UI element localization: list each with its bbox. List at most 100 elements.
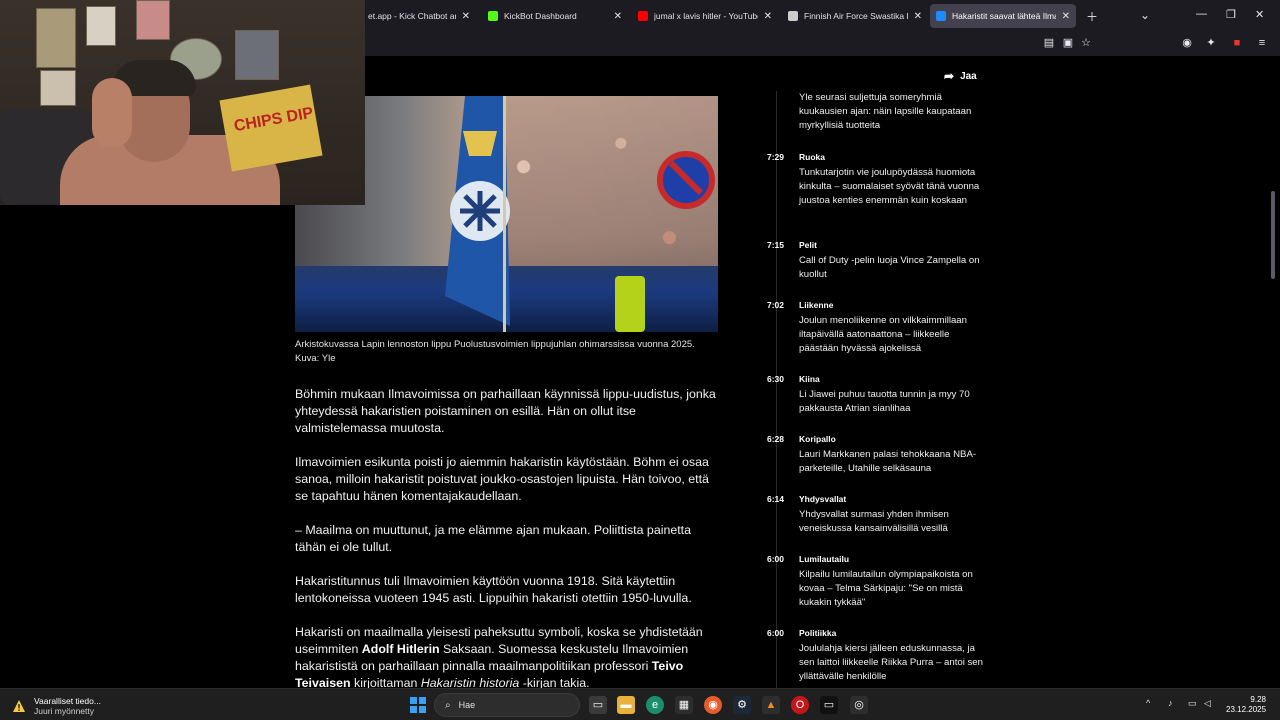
feed-item-time: 6:30 <box>767 374 785 384</box>
air-force-flag-image <box>445 96 510 326</box>
terminal-icon[interactable]: ▭ <box>820 696 838 714</box>
taskbar-clock[interactable]: 9.28 23.12.2025 <box>1226 695 1266 715</box>
clock-date: 23.12.2025 <box>1226 705 1267 714</box>
tab-title: et.app - Kick Chatbot and <box>368 11 456 21</box>
feed-item-title[interactable]: Call of Duty -pelin luoja Vince Zampella… <box>799 254 989 282</box>
task-view-icon[interactable]: ▭ <box>589 696 607 714</box>
yle-favicon-icon <box>936 11 946 21</box>
tab-yle-article[interactable]: Hakaristit saavat lähteä Ilmavoi ✕ <box>930 4 1076 28</box>
feed-item-title[interactable]: Yhdysvallat surmasi yhden ihmisen veneis… <box>799 508 989 536</box>
plus-icon[interactable]: ＋ <box>1086 8 1098 25</box>
hitler-link[interactable]: Adolf Hitlerin <box>362 642 440 656</box>
obs-icon[interactable]: ◎ <box>850 696 868 714</box>
minimize-icon[interactable]: — <box>1196 8 1207 20</box>
store-icon[interactable]: ▦ <box>675 696 693 714</box>
feed-item-title[interactable]: Kilpailu lumilautailun olympiapaikoista … <box>799 568 989 610</box>
wall-poster <box>40 70 76 106</box>
microphone-icon[interactable]: ♪ <box>1168 698 1173 708</box>
addon-icon[interactable]: ■ <box>1231 37 1243 49</box>
warning-icon <box>13 700 25 712</box>
reader-view-icon[interactable]: ▤ <box>1043 37 1055 49</box>
feed-item-title[interactable]: Yle seurasi suljettuja someryhmiä kuukau… <box>799 91 989 133</box>
feed-item-category: Ruoka <box>799 152 825 162</box>
paragraph-text: -kirjan takia. <box>519 676 590 688</box>
feed-item-title[interactable]: Lauri Markkanen palasi tehokkaana NBA-pa… <box>799 448 989 476</box>
windows-start-icon[interactable] <box>410 697 426 713</box>
feed-item-category: Kiina <box>799 374 820 384</box>
close-tab-icon[interactable]: ✕ <box>614 11 622 22</box>
extensions-icon[interactable]: ✦ <box>1205 37 1217 49</box>
menu-icon[interactable]: ≡ <box>1256 37 1268 49</box>
notification-status: Juuri myönnetty <box>34 706 94 716</box>
close-window-icon[interactable]: ✕ <box>1255 8 1264 21</box>
feed-item-title[interactable]: Tunkutarjotin vie joulupöydässä huomiota… <box>799 166 989 208</box>
feed-item-title[interactable]: Joulun menoliikenne on vilkkaimmillaan i… <box>799 314 989 356</box>
feed-item-category: Koripallo <box>799 434 836 444</box>
file-explorer-icon[interactable]: ▬ <box>617 696 635 714</box>
article-paragraph: – Maailma on muuttunut, ja me elämme aja… <box>295 523 692 554</box>
close-tab-icon[interactable]: ✕ <box>462 11 470 22</box>
display-icon[interactable]: ▭ <box>1188 698 1197 709</box>
feed-item-category: Pelit <box>799 240 817 250</box>
edge-icon[interactable]: e <box>646 696 664 714</box>
wall-poster <box>86 6 116 46</box>
feed-item-time: 6:14 <box>767 494 785 504</box>
feed-item-time: 6:28 <box>767 434 785 444</box>
opera-icon[interactable]: O <box>791 696 809 714</box>
article-paragraph: Ilmavoimien esikunta poisti jo aiemmin h… <box>295 455 709 503</box>
feed-item-title[interactable]: Li Jiawei puhuu tauotta tunnin ja myy 70… <box>799 388 989 416</box>
share-button[interactable]: ➦ Jaa <box>944 69 977 83</box>
notification-title: Vaaralliset tiedo... <box>34 696 101 706</box>
article-body: Böhmin mukaan Ilmavoimissa on parhaillaa… <box>295 386 720 688</box>
taskbar-notification[interactable]: Vaaralliset tiedo... Juuri myönnetty <box>12 696 101 716</box>
web-favicon-icon <box>788 11 798 21</box>
account-icon[interactable]: ◉ <box>1181 37 1193 49</box>
share-label: Jaa <box>960 70 977 82</box>
close-tab-icon[interactable]: ✕ <box>764 11 772 22</box>
chips-sign-text: CHIPS DIP <box>232 104 315 136</box>
feed-item-category: Liikenne <box>799 300 834 310</box>
kick-favicon-icon <box>488 11 498 21</box>
feed-item-time: 7:29 <box>767 152 785 162</box>
webcam-overlay: CHIPS DIP <box>0 0 365 205</box>
clock-time: 9.28 <box>1250 695 1266 704</box>
firefox-icon[interactable]: ◉ <box>704 696 722 714</box>
tab-youtube[interactable]: jumal x lavis hitler - YouTube ✕ <box>632 4 778 28</box>
taskbar-search-input[interactable]: ⌕ Hae <box>434 693 580 717</box>
feed-item-time: 6:00 <box>767 628 785 638</box>
feed-item-category: Yhdysvallat <box>799 494 847 504</box>
flag-pole <box>503 96 506 332</box>
feed-item-time: 7:15 <box>767 240 785 250</box>
photo-caption: Arkistokuvassa Lapin lennoston lippu Puo… <box>295 339 695 364</box>
wall-poster <box>36 8 76 68</box>
close-tab-icon[interactable]: ✕ <box>1062 11 1070 22</box>
webcam-person-hand <box>92 78 132 148</box>
tab-kickbot-dashboard[interactable]: KickBot Dashboard ✕ <box>482 4 628 28</box>
bookmark-star-icon[interactable]: ☆ <box>1080 37 1092 49</box>
chevron-down-icon[interactable]: ⌄ <box>1140 8 1150 22</box>
steam-icon[interactable]: ⚙ <box>733 696 751 714</box>
close-tab-icon[interactable]: ✕ <box>914 11 922 22</box>
feed-item-category: Lumilautailu <box>799 554 850 564</box>
tray-chevron-icon[interactable]: ^ <box>1146 698 1150 708</box>
notification-text: Vaaralliset tiedo... Juuri myönnetty <box>34 696 101 716</box>
tab-title: Finnish Air Force Swastika Histo <box>804 11 908 21</box>
tab-kick-chatbot[interactable]: et.app - Kick Chatbot and ✕ <box>362 4 476 28</box>
search-icon: ⌕ <box>445 699 451 711</box>
restore-icon[interactable]: ❐ <box>1226 8 1236 21</box>
wall-poster <box>136 0 170 40</box>
tab-finnish-air-force[interactable]: Finnish Air Force Swastika Histo ✕ <box>782 4 928 28</box>
page-scrollbar[interactable] <box>1271 191 1275 279</box>
picture-in-picture-icon[interactable]: ▣ <box>1062 37 1074 49</box>
wall-poster <box>235 30 279 80</box>
article-paragraph: Böhmin mukaan Ilmavoimissa on parhaillaa… <box>295 387 716 435</box>
feed-item-time: 6:00 <box>767 554 785 564</box>
tab-title: KickBot Dashboard <box>504 11 577 21</box>
share-icon: ➦ <box>944 69 955 83</box>
app-window: et.app - Kick Chatbot and ✕ KickBot Dash… <box>0 0 1280 720</box>
tab-title: jumal x lavis hitler - YouTube <box>654 11 758 21</box>
photo-hi-vis-vest <box>615 276 645 332</box>
feed-item-title[interactable]: Joululahja kiersi jälleen eduskunnassa, … <box>799 642 989 684</box>
volume-icon[interactable]: ◁ <box>1204 698 1211 709</box>
vlc-icon[interactable]: ▲ <box>762 696 780 714</box>
